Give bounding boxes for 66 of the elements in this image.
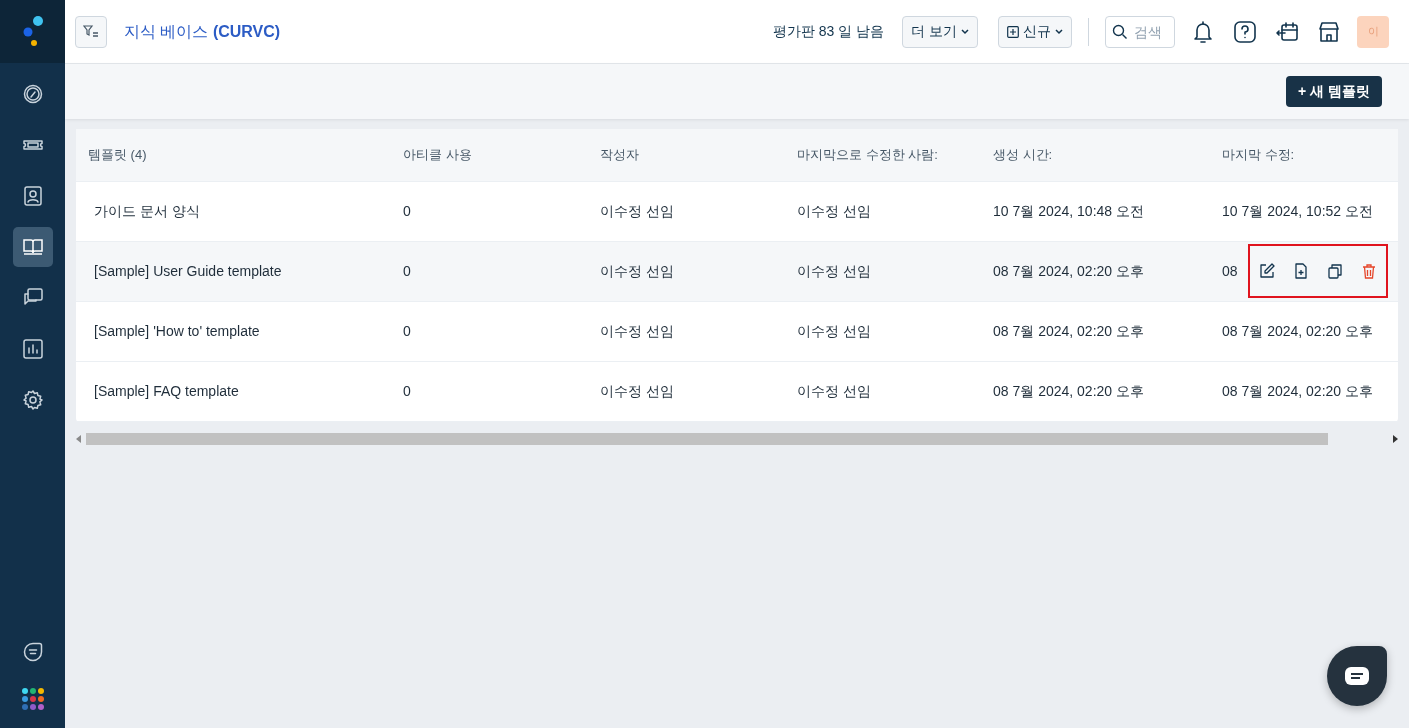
trial-days-text: 평가판 83 일 남음 [772,22,885,41]
page-title: 지식 베이스 (CURVC) [124,21,281,42]
logo-icon [21,14,44,49]
message-icon [1344,666,1370,686]
help-icon[interactable] [1233,19,1257,44]
book-icon [22,237,43,257]
delete-icon [1361,263,1377,279]
chat-icon [22,288,43,308]
new-dropdown[interactable]: 신규 [998,15,1072,48]
scrollbar-thumb[interactable] [86,433,1328,445]
scroll-left-icon [76,435,82,443]
template-name: [Sample] User Guide template [94,262,282,281]
bell-icon[interactable] [1191,19,1215,44]
store-icon[interactable] [1317,19,1341,44]
table-cell-text: 08 [1222,262,1238,281]
filter-icon [83,24,99,39]
table-cell-text: 08 7월 2024, 02:20 오후 [993,262,1144,281]
table-cell-text: 10 7월 2024, 10:52 오전 [1222,202,1373,221]
table-cell-text: 이수정 선임 [600,322,674,341]
table-cell-text: 0 [403,382,411,401]
more-dropdown[interactable]: 더 보기 [902,15,978,48]
filter-button[interactable] [75,15,107,48]
sidebar-item[interactable] [12,227,53,267]
table-cell-text: 이수정 선임 [797,382,871,401]
table-cell-text: 이수정 선임 [797,322,871,341]
column-header: 마지막 수정: [1222,146,1295,165]
new-template-button[interactable]: + 새 템플릿 [1286,76,1382,107]
chart-icon [22,339,43,359]
column-header: 아티클 사용 [403,146,472,165]
plus-box-icon [1007,25,1019,38]
caret-icon [961,28,969,35]
add-file-icon [1293,263,1309,279]
template-name: [Sample] 'How to' template [94,322,260,341]
settings-icon [22,390,43,410]
table-cell-text: 이수정 선임 [797,262,871,281]
calendar-arrow-icon[interactable] [1275,19,1299,44]
edit-button[interactable] [1257,261,1277,281]
table-cell-text: 이수정 선임 [600,382,674,401]
speech-bubble-icon [22,642,43,662]
apps-grid-icon[interactable] [21,688,44,710]
table-cell-text: 이수정 선임 [797,202,871,221]
copy-icon [1327,263,1343,279]
template-name: [Sample] FAQ template [94,382,239,401]
chat-button[interactable] [1327,646,1387,706]
column-header: 작성자 [600,146,639,165]
table-cell-text: 08 7월 2024, 02:20 오후 [993,322,1144,341]
edit-icon [1259,263,1275,279]
table-cell-text: 0 [403,262,411,281]
gauge-icon [22,84,43,104]
table-cell-text: 이수정 선임 [600,202,674,221]
table-cell-text: 08 7월 2024, 02:20 오후 [1222,382,1373,401]
copy-button[interactable] [1325,261,1345,281]
table-cell-text: 0 [403,322,411,341]
column-header: 템플릿 (4) [88,146,147,165]
table-cell-text: 08 7월 2024, 02:20 오후 [1222,322,1373,341]
caret-icon [1055,28,1063,35]
table-cell-text: 10 7월 2024, 10:48 오전 [993,202,1144,221]
search-field[interactable]: 검색 [1105,15,1175,48]
table-cell-text: 08 7월 2024, 02:20 오후 [993,382,1144,401]
column-header: 생성 시간: [993,146,1053,165]
table-cell-text: 이수정 선임 [600,262,674,281]
template-name: 가이드 문서 양식 [94,202,200,221]
table-cell-text: 0 [403,202,411,221]
column-header: 마지막으로 수정한 사람: [797,146,938,165]
scroll-right-icon [1392,435,1398,443]
contact-icon [22,186,43,206]
